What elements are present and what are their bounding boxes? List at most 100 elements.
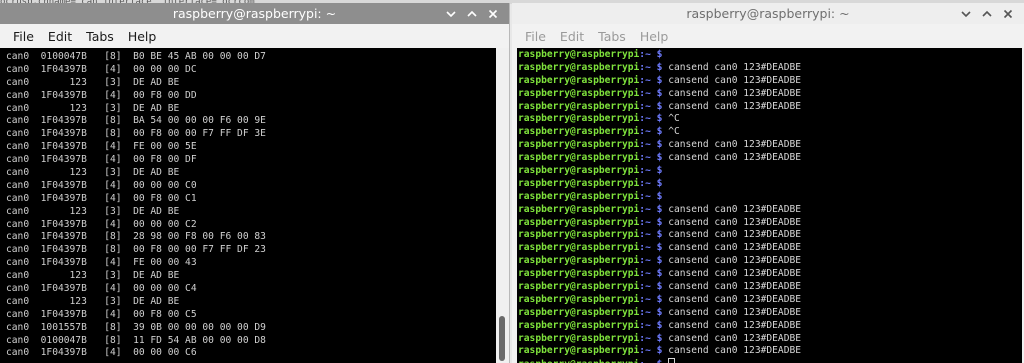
command-text: ^C	[668, 126, 680, 138]
prompt-user: raspberry@raspberrypi	[518, 177, 640, 189]
candump-line: can0 1F04397B [4] 00 F8 00 C1	[6, 192, 197, 204]
prompt-user: raspberry@raspberrypi	[518, 293, 640, 305]
prompt-user: raspberry@raspberrypi	[518, 203, 640, 215]
prompt-path: :~ $	[639, 281, 663, 293]
prompt-path: :~ $	[639, 359, 662, 363]
terminal-output-candump[interactable]: can0 0100047B [8] B0 BE 45 AB 00 00 00 D…	[0, 48, 496, 363]
prompt-line: raspberry@raspberrypi:~ $	[518, 49, 1022, 62]
prompt-user: raspberry@raspberrypi	[518, 281, 640, 293]
prompt-path: :~ $	[639, 113, 663, 125]
prompt-path: :~ $	[639, 74, 663, 86]
prompt-user: raspberry@raspberrypi	[518, 87, 640, 99]
command-text: cansend can0 123#DEADBE	[668, 203, 802, 215]
candump-line: can0 1001557B [8] 39 0B 00 00 00 00 00 D…	[6, 321, 266, 333]
prompt-line: raspberry@raspberrypi:~ $ cansend can0 1…	[518, 307, 1022, 320]
close-icon	[1003, 9, 1012, 18]
prompt-line: raspberry@raspberrypi:~ $ cansend can0 1…	[518, 101, 1022, 114]
command-text: ^C	[668, 113, 680, 125]
prompt-line: raspberry@raspberrypi:~ $ cansend can0 1…	[518, 139, 1022, 152]
command-text: cansend can0 123#DEADBE	[668, 87, 802, 99]
prompt-path: :~ $	[639, 49, 663, 60]
menu-file[interactable]: File	[518, 29, 553, 44]
prompt-path: :~ $	[639, 203, 663, 215]
candump-line: can0 0100047B [8] 11 FD 54 AB 00 00 00 D…	[6, 334, 266, 346]
menu-help[interactable]: Help	[121, 29, 164, 44]
scrollbar[interactable]	[496, 48, 509, 363]
prompt-user: raspberry@raspberrypi	[518, 229, 640, 241]
candump-line: can0 1F04397B [8] 00 F8 00 00 F7 FF DF 3…	[6, 128, 266, 140]
terminal-window-cansend[interactable]: raspberry@raspberrypi: ~ File Edit Tabs …	[512, 3, 1024, 363]
menu-tabs[interactable]: Tabs	[79, 29, 121, 44]
prompt-path: :~ $	[639, 165, 663, 177]
maximize-button[interactable]	[976, 3, 997, 24]
prompt-path: :~ $	[639, 229, 663, 241]
candump-line: can0 123 [3] DE AD BE	[6, 270, 180, 282]
prompt-path: :~ $	[639, 345, 663, 357]
prompt-user: raspberry@raspberrypi	[518, 152, 640, 164]
prompt-line: raspberry@raspberrypi:~ $ cansend can0 1…	[518, 294, 1022, 307]
prompt-line: raspberry@raspberrypi:~ $ ^C	[518, 126, 1022, 139]
candump-line: can0 1F04397B [4] 00 00 00 DC	[6, 63, 197, 75]
command-text: cansend can0 123#DEADBE	[668, 319, 802, 331]
prompt-path: :~ $	[639, 100, 663, 112]
command-text: cansend can0 123#DEADBE	[668, 332, 802, 344]
close-button[interactable]	[482, 3, 503, 24]
prompt-path: :~ $	[639, 126, 663, 138]
prompt-user: raspberry@raspberrypi	[518, 74, 640, 86]
prompt-line: raspberry@raspberrypi:~ $ cansend can0 1…	[518, 229, 1022, 242]
prompt-line: raspberry@raspberrypi:~ $ cansend can0 1…	[518, 88, 1022, 101]
prompt-user: raspberry@raspberrypi	[518, 190, 640, 202]
prompt-user: raspberry@raspberrypi	[518, 100, 640, 112]
menu-help[interactable]: Help	[633, 29, 676, 44]
maximize-button[interactable]	[461, 3, 482, 24]
candump-line: can0 123 [3] DE AD BE	[6, 76, 180, 88]
command-text: cansend can0 123#DEADBE	[668, 242, 802, 254]
prompt-user: raspberry@raspberrypi	[518, 332, 640, 344]
prompt-user: raspberry@raspberrypi	[518, 49, 640, 60]
prompt-path: :~ $	[639, 293, 663, 305]
chevron-down-icon	[445, 10, 456, 17]
menu-file[interactable]: File	[6, 29, 41, 44]
minimize-button[interactable]	[440, 3, 461, 24]
candump-line: can0 1F04397B [4] 00 00 00 C2	[6, 218, 197, 230]
command-text: cansend can0 123#DEADBE	[668, 61, 802, 73]
candump-line: can0 1F04397B [4] FE 00 00 5E	[6, 141, 197, 153]
candump-line: can0 0100047B [8] B0 BE 45 AB 00 00 00 D…	[6, 51, 266, 62]
minimize-button[interactable]	[955, 3, 976, 24]
window-titlebar[interactable]: raspberry@raspberrypi: ~	[0, 3, 509, 24]
prompt-path: :~ $	[639, 87, 663, 99]
candump-line: can0 1F04397B [4] 00 F8 00 DF	[6, 154, 197, 166]
terminal-output-cansend[interactable]: raspberry@raspberrypi:~ $ raspberry@rasp…	[517, 48, 1022, 363]
chevron-up-icon	[466, 10, 477, 17]
prompt-user: raspberry@raspberrypi	[518, 319, 640, 331]
terminal-window-candump[interactable]: raspberry@raspberrypi: ~ File Edit Tabs …	[0, 3, 510, 363]
prompt-line: raspberry@raspberrypi:~ $ cansend can0 1…	[518, 255, 1022, 268]
menu-bar: File Edit Tabs Help	[0, 24, 509, 48]
candump-line: can0 1F04397B [4] 00 F8 00 DD	[6, 89, 197, 101]
scrollbar-thumb[interactable]	[499, 316, 505, 361]
command-text: cansend can0 123#DEADBE	[668, 345, 802, 357]
prompt-path: :~ $	[639, 242, 663, 254]
close-button[interactable]	[997, 3, 1018, 24]
prompt-user: raspberry@raspberrypi	[518, 126, 640, 138]
prompt-path: :~ $	[639, 216, 663, 228]
command-text: cansend can0 123#DEADBE	[668, 268, 802, 280]
prompt-user: raspberry@raspberrypi	[518, 216, 640, 228]
menu-edit[interactable]: Edit	[553, 29, 591, 44]
candump-line: can0 123 [3] DE AD BE	[6, 167, 180, 179]
prompt-path: :~ $	[639, 190, 663, 202]
window-titlebar[interactable]: raspberry@raspberrypi: ~	[512, 3, 1024, 24]
prompt-user: raspberry@raspberrypi	[518, 268, 640, 280]
command-text: cansend can0 123#DEADBE	[668, 293, 802, 305]
window-title: raspberry@raspberrypi: ~	[172, 6, 337, 21]
prompt-user: raspberry@raspberrypi	[518, 139, 640, 151]
candump-line: can0 1F04397B [4] 00 F8 00 C5	[6, 308, 197, 320]
prompt-path: :~ $	[639, 306, 663, 318]
prompt-line: raspberry@raspberrypi:~ $	[518, 165, 1022, 178]
command-text: cansend can0 123#DEADBE	[668, 281, 802, 293]
menu-tabs[interactable]: Tabs	[591, 29, 633, 44]
prompt-line: raspberry@raspberrypi:~ $	[518, 191, 1022, 204]
prompt-line: raspberry@raspberrypi:~ $ cansend can0 1…	[518, 152, 1022, 165]
menu-edit[interactable]: Edit	[41, 29, 79, 44]
